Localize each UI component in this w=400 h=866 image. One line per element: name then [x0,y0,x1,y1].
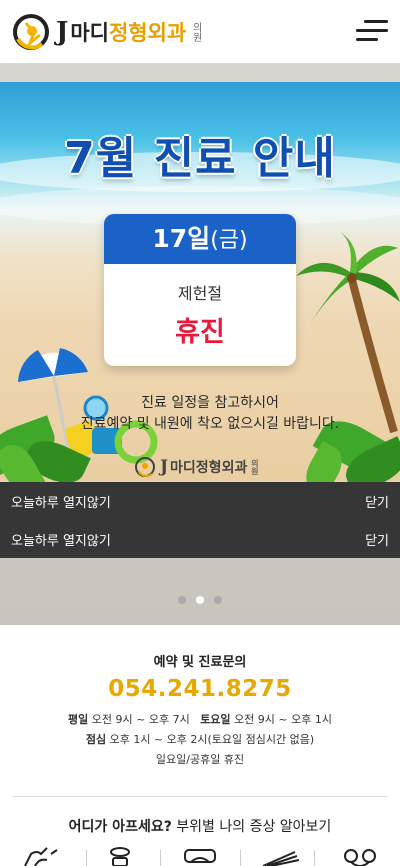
close-button[interactable]: 닫기 [365,492,389,511]
knee-icon[interactable] [177,846,223,866]
weekday-label: 평일 [68,713,89,726]
symptom-question: 어디가 아프세요? [68,819,172,835]
slider-dot-active[interactable] [196,596,204,604]
site-header: J 마디 정형외과 의원 [0,0,400,63]
closed-status: 휴진 [175,317,225,348]
logo-text[interactable]: J 마디 정형외과 의원 [56,17,210,47]
date-main: 17일 [152,224,211,253]
main-banner: 7월 진료 안내 17일(금) 제헌절 휴진 진료 일정을 참고하시어 진료예약… [0,63,400,625]
icon-separator [240,850,241,866]
closed-days: 일요일/공휴일 휴진 [155,753,245,766]
shoulder-icon[interactable] [257,846,303,866]
notice-popup[interactable]: 7월 진료 안내 17일(금) 제헌절 휴진 진료 일정을 참고하시어 진료예약… [0,82,400,482]
popup-logo: J 마디정형외과 의원 [134,456,271,478]
notice-line: 진료 일정을 참고하시어 [141,395,279,411]
icon-separator [160,850,161,866]
icon-separator [86,850,87,866]
date-card: 17일(금) 제헌절 휴진 [104,214,296,366]
hamburger-menu-icon[interactable] [356,18,388,44]
logo-name: 마디 [70,20,109,45]
popup-logo-suffix: 의원 [250,459,260,475]
saturday-label: 토요일 [200,713,231,726]
weekday-hours: 오전 9시 ~ 오후 7시 [91,713,190,726]
logo-suffix: 의원 [190,21,202,42]
close-bar: 오늘하루 열지않기 닫기 [0,482,400,520]
spine-icon[interactable] [97,846,143,866]
joint-icon[interactable] [337,846,383,866]
contact-title: 예약 및 진료문의 [153,655,247,670]
date-weekday: (금) [210,228,248,253]
contact-info: 예약 및 진료문의 054.241.8275 평일 오전 9시 ~ 오후 7시 … [0,625,400,795]
logo-mark-icon[interactable] [12,13,50,51]
hours-weekday: 평일 오전 9시 ~ 오후 7시 토요일 오전 9시 ~ 오후 1시 [0,710,400,730]
close-bar: 오늘하루 열지않기 닫기 [0,520,400,558]
popup-logo-j: J [160,457,169,477]
popup-title: 7월 진료 안내 [64,133,336,184]
dont-show-today-button[interactable]: 오늘하루 열지않기 [11,530,111,549]
section-divider [12,796,388,797]
dont-show-today-button[interactable]: 오늘하루 열지않기 [11,492,111,511]
icon-separator [314,850,315,866]
holiday-name: 제헌절 [177,284,223,303]
slider-pagination [0,596,400,604]
notice-line: 진료예약 및 내원에 착오 없으시길 바랍니다. [80,416,340,432]
lunch-label: 점심 [85,733,107,746]
logo-specialty: 정형외과 [108,20,187,45]
close-button[interactable]: 닫기 [365,530,389,549]
symptom-heading: 어디가 아프세요? 부위별 나의 증상 알아보기 [0,816,400,836]
slider-dot[interactable] [214,596,222,604]
slider-dot[interactable] [178,596,186,604]
popup-logo-text: 마디정형외과 [170,460,248,476]
logo-j: J [56,16,69,47]
symptom-subtitle: 부위별 나의 증상 알아보기 [176,819,332,835]
logo-mark-icon [135,457,155,477]
phone-number[interactable]: 054.241.8275 [0,676,400,702]
hand-icon[interactable] [17,846,63,866]
saturday-hours: 오전 9시 ~ 오후 1시 [234,713,332,726]
lunch-hours: 오후 1시 ~ 오후 2시(토요일 점심시간 없음) [109,733,315,746]
hours-lunch: 점심 오후 1시 ~ 오후 2시(토요일 점심시간 없음) [0,730,400,750]
date-header: 17일(금) [104,214,296,264]
notice-text: 진료 일정을 참고하시어 진료예약 및 내원에 착오 없으시길 바랍니다. [60,393,360,435]
body-part-icons [0,846,400,866]
